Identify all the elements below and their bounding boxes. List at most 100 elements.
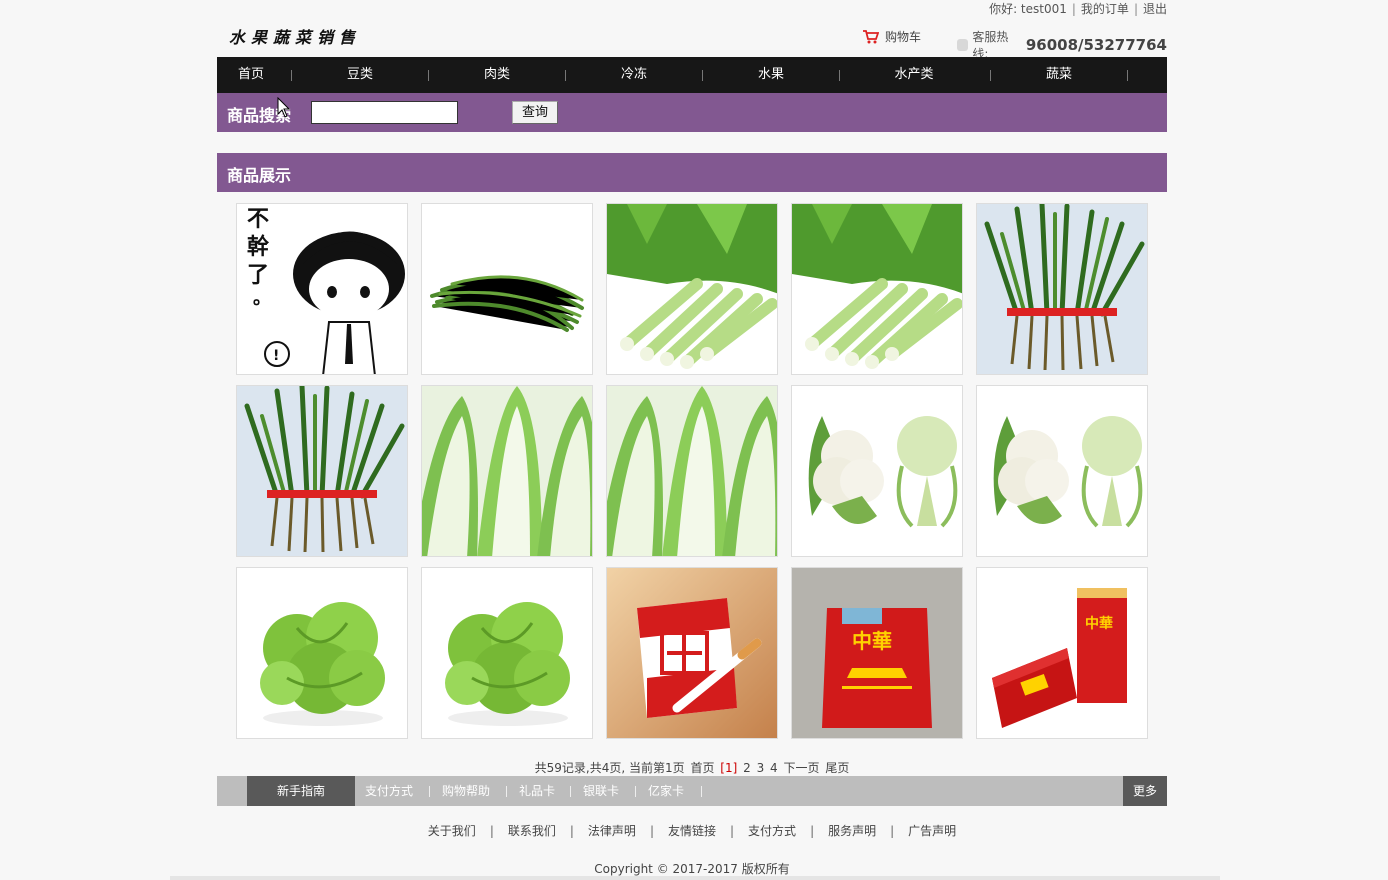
product-tile[interactable] [606,385,778,557]
celery-image [607,204,777,374]
product-tile[interactable] [606,203,778,375]
nav-item-home[interactable]: 首页 [217,57,285,93]
nav-item-fruit[interactable]: 水果 [734,57,808,93]
tab-gift-card[interactable]: 礼品卡 [519,776,555,806]
divider: | [810,824,815,838]
product-tile[interactable] [236,567,408,739]
divider: | [569,824,574,838]
product-tile[interactable] [976,203,1148,375]
lettuce-image [422,568,592,738]
help-tabs: 新手指南 支付方式 购物帮助 礼品卡 银联卡 亿家卡 更多 [217,776,1167,806]
pager-page[interactable]: 3 [757,761,765,775]
my-orders-link[interactable]: 我的订单 [1081,0,1129,18]
product-tile[interactable] [791,385,963,557]
tab-divider [635,786,636,797]
pager-next[interactable]: 下一页 [784,761,820,775]
napa-cabbage-image [422,386,592,556]
nav-item-frozen[interactable]: 冷冻 [597,57,671,93]
product-tile[interactable] [421,567,593,739]
tab-divider [429,786,430,797]
cauliflower-image [977,386,1147,556]
footer-links: 关于我们 | 联系我们 | 法律声明 | 友情链接 | 支付方式 | 服务声明 | 广告声明 [217,822,1167,839]
search-button[interactable]: 查询 [512,101,558,124]
products-section-header: 商品展示 [217,153,1167,192]
section-title: 商品展示 [227,166,292,185]
divider: | [1133,2,1138,16]
pager-page[interactable]: 2 [743,761,751,775]
nav-divider [291,70,292,81]
product-tile[interactable] [421,203,593,375]
svg-text:中華: 中華 [852,629,892,653]
cigarette-pack-image: 中華 [977,568,1147,738]
pager-page[interactable]: 4 [770,761,778,775]
svg-text:不: 不 [247,206,269,232]
page-bottom-line [170,876,1220,880]
svg-text:了: 了 [247,262,269,288]
footer-link-ads[interactable]: 广告声明 [908,824,956,838]
cauliflower-image [792,386,962,556]
mouse-cursor-icon [277,97,291,118]
pager-last[interactable]: 尾页 [825,761,849,775]
nav-divider [990,70,991,81]
product-tile[interactable] [976,385,1148,557]
hotline-number: 96008/53277764 [1025,36,1167,54]
top-bar: 你好: test001 | 我的订单 | 退出 [217,0,1167,18]
chives-bundle-image [237,386,407,556]
logout-link[interactable]: 退出 [1143,0,1167,18]
cigarette-pack-image: 中華 [792,568,962,738]
celery-image [792,204,962,374]
tab-divider [570,786,571,797]
cart-label: 购物车 [885,30,922,44]
product-tile[interactable] [791,203,963,375]
pager-current: [1] [720,761,738,775]
product-tile[interactable] [421,385,593,557]
footer-link-about[interactable]: 关于我们 [428,824,476,838]
tab-divider [701,786,702,797]
pager-summary: 共59记录,共4页, 当前第1页 [534,761,685,775]
tab-yijia-card[interactable]: 亿家卡 [648,776,684,806]
divider: | [1071,2,1076,16]
chives-bundle-image [977,204,1147,374]
footer-link-payment[interactable]: 支付方式 [748,824,796,838]
nav-item-vegetables[interactable]: 蔬菜 [1022,57,1096,93]
divider: | [489,824,494,838]
footer-link-friends[interactable]: 友情链接 [668,824,716,838]
greeting-text: 你好: test001 [989,2,1067,16]
cart-link[interactable]: 购物车 [862,28,921,45]
nav-divider [428,70,429,81]
nav-divider [565,70,566,81]
lettuce-image [237,568,407,738]
more-button[interactable]: 更多 [1123,776,1167,806]
product-tile[interactable] [236,385,408,557]
nav-item-beans[interactable]: 豆类 [323,57,397,93]
tab-shopping-help[interactable]: 购物帮助 [442,776,490,806]
svg-text:幹: 幹 [247,234,270,260]
product-tile[interactable]: 不 幹 了 。 ! [236,203,408,375]
footer-link-service[interactable]: 服务声明 [828,824,876,838]
product-tile[interactable]: 中華 [976,567,1148,739]
nav-divider [839,70,840,81]
product-tile[interactable] [606,567,778,739]
footer-link-legal[interactable]: 法律声明 [588,824,636,838]
nav-item-seafood[interactable]: 水产类 [877,57,951,93]
divider: | [890,824,895,838]
footer-link-contact[interactable]: 联系我们 [508,824,556,838]
search-bar: 商品搜索 查询 [217,93,1167,132]
tab-guide[interactable]: 新手指南 [247,776,355,806]
svg-text:。: 。 [253,288,271,309]
tab-unionpay-card[interactable]: 银联卡 [583,776,619,806]
search-input[interactable] [311,101,458,124]
cart-icon [863,29,879,43]
divider: | [649,824,654,838]
nav-item-meat[interactable]: 肉类 [460,57,534,93]
divider: | [730,824,735,838]
tab-payment[interactable]: 支付方式 [365,776,413,806]
pager-first[interactable]: 首页 [690,761,714,775]
site-logo[interactable]: 水果蔬菜销售 [229,24,361,48]
product-tile[interactable]: 中華 [791,567,963,739]
site-header: 水果蔬菜销售 购物车 客服热线: 96008/53277764 [217,18,1167,61]
copyright: Copyright © 2017-2017 版权所有 [594,862,790,876]
cigarette-pack-image [607,568,777,738]
napa-cabbage-image [607,386,777,556]
cartoon-boy-image: 不 幹 了 。 ! [237,204,407,374]
